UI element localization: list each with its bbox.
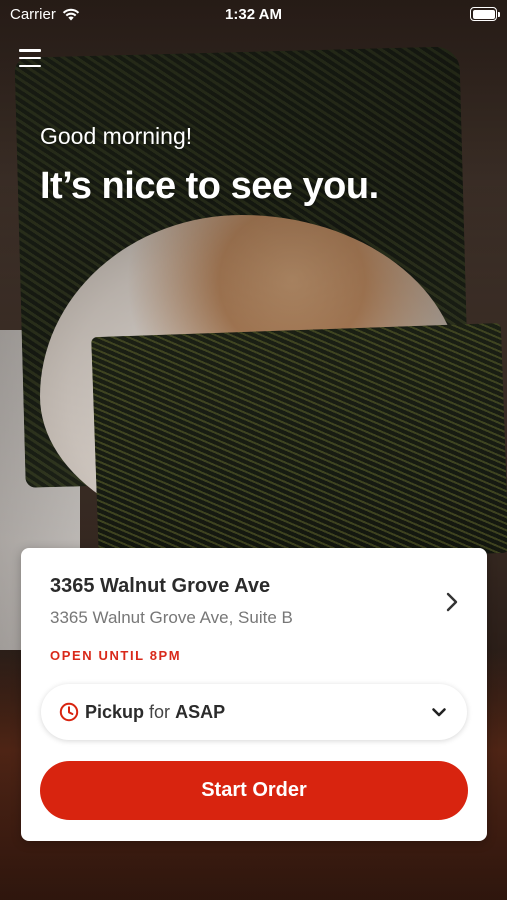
location-address: 3365 Walnut Grove Ave, Suite B	[50, 608, 293, 627]
menu-line	[19, 49, 41, 52]
order-mode-connector: for	[149, 701, 171, 722]
menu-line	[19, 56, 41, 60]
hamburger-menu-icon[interactable]	[18, 47, 42, 69]
start-order-button[interactable]: Start Order	[40, 761, 468, 820]
order-mode-time: ASAP	[175, 701, 226, 722]
store-hours: OPEN UNTIL 8PM	[50, 648, 182, 663]
app-screen: Carrier 1:32 AM Good morning! It’s nice …	[0, 0, 507, 900]
clock-icon	[59, 702, 79, 722]
welcome-headline: It’s nice to see you.	[40, 165, 379, 207]
status-bar-left: Carrier	[10, 6, 80, 23]
location-selector[interactable]: 3365 Walnut Grove Ave 3365 Walnut Grove …	[50, 575, 461, 633]
battery-icon	[470, 7, 500, 21]
menu-line	[19, 64, 41, 67]
chevron-down-icon	[432, 708, 446, 717]
greeting-text: Good morning!	[40, 123, 193, 149]
location-name: 3365 Walnut Grove Ave	[50, 575, 271, 597]
carrier-label: Carrier	[10, 5, 56, 23]
order-mode-label: Pickup for ASAP	[85, 702, 431, 723]
battery-level	[472, 9, 495, 19]
chevron-right-icon	[446, 592, 458, 612]
location-card: 3365 Walnut Grove Ave 3365 Walnut Grove …	[21, 548, 487, 841]
order-mode-dropdown[interactable]: Pickup for ASAP	[41, 684, 467, 740]
wifi-icon	[62, 8, 80, 20]
order-mode-type: Pickup	[85, 701, 145, 722]
status-bar: Carrier 1:32 AM	[0, 0, 507, 28]
